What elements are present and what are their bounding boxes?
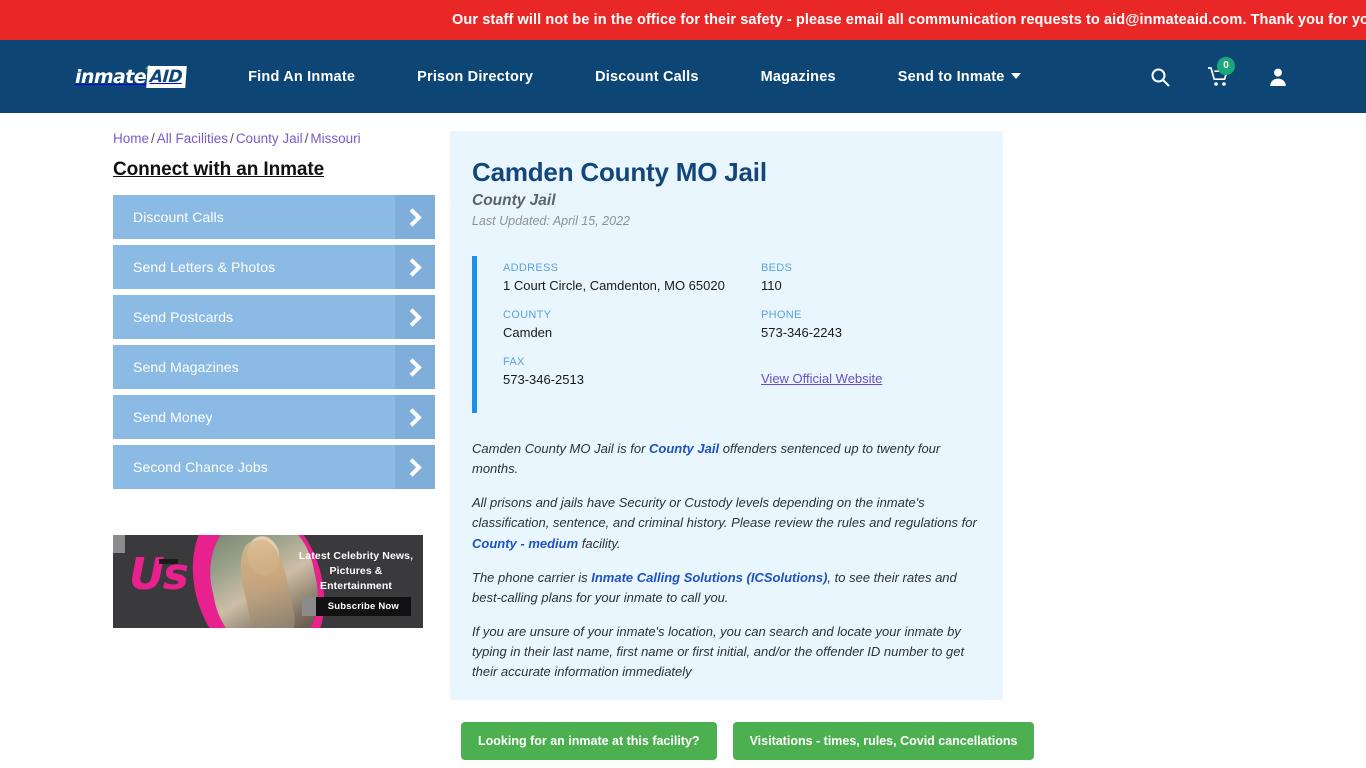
- cart-count-badge: 0: [1217, 56, 1235, 75]
- sidebar-column: Home / All Facilities / County Jail / Missouri…: [113, 131, 450, 768]
- main-navigation-bar: inmate + AID Find An Inmate Prison Direc…: [0, 40, 1366, 113]
- facility-phone: PHONE 573-346-2243: [761, 309, 981, 340]
- facility-county-label: COUNTY: [503, 309, 552, 321]
- chevron-right-icon: [395, 195, 435, 239]
- breadcrumb-item-all-facilities[interactable]: All Facilities: [157, 131, 228, 146]
- description-paragraph-2: All prisons and jails have Security or C…: [472, 493, 981, 553]
- page-body: Home / All Facilities / County Jail / Missouri…: [0, 113, 1366, 768]
- chevron-right-icon: [395, 345, 435, 389]
- facility-address: ADDRESS 1 Court Circle, Camdenton, MO 65…: [503, 262, 729, 293]
- sidebar-item-discount-calls[interactable]: Discount Calls: [113, 195, 435, 239]
- paragraph-2-text-b: facility.: [578, 535, 621, 551]
- nav-icon-group: 0: [1150, 56, 1306, 87]
- search-icon[interactable]: [1150, 67, 1170, 87]
- main-content-column: Camden County MO Jail County Jail Last U…: [450, 131, 1035, 768]
- facility-beds: BEDS 110: [761, 262, 981, 293]
- description-paragraph-4: If you are unsure of your inmate's locat…: [472, 623, 965, 680]
- sidebar-item-label: Discount Calls: [133, 209, 224, 225]
- breadcrumb-separator: /: [304, 131, 309, 146]
- breadcrumb: Home / All Facilities / County Jail / Missouri: [113, 131, 450, 146]
- description-paragraph-1: Camden County MO Jail is for County Jail…: [472, 439, 981, 479]
- logo-word-aid: AID: [146, 65, 187, 88]
- visitations-button[interactable]: Visitations - times, rules, Covid cancel…: [732, 722, 1035, 761]
- sidebar-item-send-letters-photos[interactable]: Send Letters & Photos: [113, 245, 435, 289]
- page-title: Camden County MO Jail: [472, 157, 767, 187]
- paragraph-3-text-a: The phone carrier is: [472, 569, 592, 585]
- facility-fax-label: FAX: [503, 356, 525, 368]
- sidebar-item-label: Send Magazines: [133, 359, 239, 375]
- facility-panel: Camden County MO Jail County Jail Last U…: [450, 131, 1003, 701]
- ad-strip-decoration: [113, 535, 125, 553]
- paragraph-1-text-a: Camden County MO Jail is for: [472, 441, 650, 456]
- facility-phone-label: PHONE: [761, 309, 802, 321]
- county-jail-link[interactable]: County Jail: [649, 441, 719, 456]
- facility-county: COUNTY Camden: [503, 309, 729, 340]
- nav-item-discount-calls[interactable]: Discount Calls: [595, 69, 699, 85]
- user-icon[interactable]: [1268, 67, 1288, 87]
- facility-info-left-column: ADDRESS 1 Court Circle, Camdenton, MO 65…: [477, 262, 729, 403]
- nav-item-send-to-inmate[interactable]: Send to Inmate: [898, 69, 1021, 85]
- sidebar-item-label: Send Letters & Photos: [133, 259, 276, 275]
- cart-icon[interactable]: 0: [1208, 56, 1235, 87]
- facility-fax: FAX 573-346-2513: [503, 356, 729, 387]
- breadcrumb-separator: /: [151, 131, 155, 146]
- ad-headline: Latest Celebrity News, Pictures & Entert…: [298, 550, 414, 593]
- logo-word-inmate: inmate: [75, 65, 147, 88]
- chevron-right-icon: [395, 395, 435, 439]
- looking-for-inmate-button[interactable]: Looking for an inmate at this facility?: [461, 722, 717, 761]
- breadcrumb-separator: /: [230, 131, 234, 146]
- nav-item-prison-directory[interactable]: Prison Directory: [417, 69, 533, 85]
- facility-address-label: ADDRESS: [503, 262, 559, 274]
- facility-type: County Jail: [472, 192, 556, 209]
- chevron-right-icon: [395, 245, 435, 289]
- description-paragraph-3: The phone carrier is Inmate Calling Solu…: [472, 568, 981, 608]
- nav-item-magazines[interactable]: Magazines: [761, 69, 836, 85]
- site-logo[interactable]: inmate + AID: [75, 61, 187, 88]
- ad-brand-logo: Us: [129, 549, 189, 600]
- phone-carrier-link[interactable]: Inmate Calling Solutions (ICSolutions): [591, 570, 827, 585]
- sidebar-item-second-chance-jobs[interactable]: Second Chance Jobs: [113, 445, 435, 489]
- facility-beds-label: BEDS: [761, 262, 793, 274]
- nav-item-send-to-inmate-label: Send to Inmate: [897, 68, 1005, 85]
- facility-county-value: Camden: [503, 325, 553, 340]
- facility-phone-value: 573-346-2243: [761, 325, 842, 340]
- site-alert-text: Our staff will not be in the office for …: [452, 12, 1366, 28]
- facility-info-right-column: BEDS 110 PHONE 573-346-2243 View Officia…: [729, 262, 981, 403]
- facility-fax-value: 573-346-2513: [503, 372, 584, 387]
- nav-links: Find An Inmate Prison Directory Discount…: [248, 69, 1150, 85]
- sidebar-item-label: Send Money: [133, 409, 213, 425]
- sidebar-item-send-money[interactable]: Send Money: [113, 395, 435, 439]
- facility-header: Camden County MO Jail County Jail Last U…: [450, 157, 1003, 228]
- ad-subscribe-button[interactable]: Subscribe Now: [301, 597, 411, 616]
- facility-cta-row: Looking for an inmate at this facility? …: [450, 700, 1035, 761]
- county-medium-link[interactable]: County - medium: [472, 536, 578, 551]
- sidebar-item-send-magazines[interactable]: Send Magazines: [113, 345, 435, 389]
- facility-description: Camden County MO Jail is for County Jail…: [450, 413, 1003, 682]
- site-alert-banner: Our staff will not be in the office for …: [0, 0, 1366, 40]
- facility-beds-value: 110: [761, 278, 782, 293]
- sidebar-item-label: Second Chance Jobs: [133, 459, 268, 475]
- facility-last-updated: Last Updated: April 15, 2022: [472, 214, 630, 228]
- chevron-down-icon: [1010, 72, 1021, 79]
- breadcrumb-item-missouri[interactable]: Missouri: [310, 131, 360, 146]
- breadcrumb-item-county-jail[interactable]: County Jail: [236, 131, 303, 146]
- sidebar-item-label: Send Postcards: [133, 309, 234, 325]
- paragraph-2-text-a: All prisons and jails have Security or C…: [472, 495, 977, 531]
- view-official-website-link[interactable]: View Official Website: [761, 371, 882, 386]
- facility-website: View Official Website: [761, 371, 981, 386]
- chevron-right-icon: [395, 295, 435, 339]
- sidebar-item-send-postcards[interactable]: Send Postcards: [113, 295, 435, 339]
- chevron-right-icon: [395, 445, 435, 489]
- sidebar-title: Connect with an Inmate: [113, 159, 325, 180]
- sidebar-advertisement[interactable]: Us Latest Celebrity News, Pictures & Ent…: [113, 535, 423, 628]
- ad-brand-accent: [159, 559, 178, 564]
- breadcrumb-item-home[interactable]: Home: [113, 131, 149, 146]
- nav-item-find-an-inmate[interactable]: Find An Inmate: [248, 69, 355, 85]
- facility-address-value: 1 Court Circle, Camdenton, MO 65020: [503, 278, 725, 293]
- facility-info-block: ADDRESS 1 Court Circle, Camdenton, MO 65…: [472, 256, 981, 413]
